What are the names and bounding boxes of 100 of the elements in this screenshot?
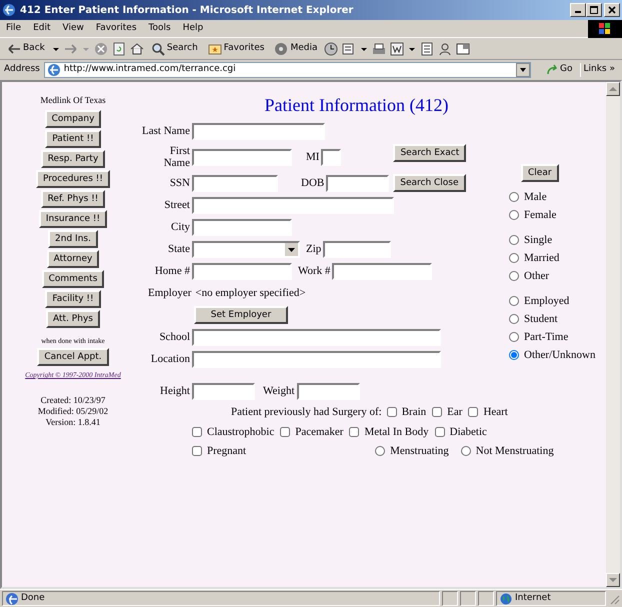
field-label: School	[158, 330, 191, 345]
nav-button[interactable]: Attorney	[46, 250, 100, 268]
radio-button[interactable]	[509, 210, 519, 220]
checkbox[interactable]	[349, 427, 360, 437]
zone-text: Internet	[515, 592, 551, 605]
search-close-button[interactable]: Search Close	[393, 174, 466, 192]
menu-item[interactable]: Tools	[142, 22, 177, 36]
radio-button[interactable]	[509, 235, 519, 245]
radio-button[interactable]	[509, 253, 519, 263]
checkbox[interactable]	[280, 427, 290, 437]
media-button[interactable]: Media	[271, 42, 320, 56]
back-button[interactable]: Back	[4, 42, 48, 56]
radio-button[interactable]	[509, 296, 519, 306]
edit-icon[interactable]	[390, 42, 404, 56]
checkbox[interactable]	[386, 407, 397, 417]
home-icon[interactable]	[130, 42, 144, 56]
text-field[interactable]	[192, 196, 394, 214]
radio-button[interactable]	[509, 332, 519, 342]
checkbox[interactable]	[468, 407, 478, 417]
field-label: Location	[150, 352, 191, 367]
option-label: Student	[524, 312, 558, 327]
option-label: Part-Time	[524, 330, 568, 345]
nav-button[interactable]: Comments	[42, 270, 104, 288]
radio-button[interactable]	[509, 314, 519, 324]
field-label: State	[167, 242, 191, 257]
checkbox[interactable]	[434, 427, 445, 437]
person-icon[interactable]	[438, 42, 452, 56]
search-exact-button[interactable]: Search Exact	[393, 144, 466, 162]
text-field[interactable]	[192, 122, 325, 140]
minimize-icon	[575, 11, 581, 13]
text-field[interactable]	[321, 148, 342, 166]
option-label: Ear	[447, 404, 462, 420]
text-field[interactable]	[192, 148, 292, 166]
menu-item[interactable]: Favorites	[90, 22, 143, 36]
globe-icon	[500, 592, 512, 604]
menu-item[interactable]: View	[56, 22, 90, 36]
close-icon	[607, 5, 617, 15]
maximize-button[interactable]	[586, 3, 602, 17]
menu-item[interactable]: File	[0, 22, 28, 36]
text-field[interactable]	[192, 382, 255, 400]
status-panel	[478, 591, 494, 606]
checkbox[interactable]	[192, 427, 202, 437]
favorites-button[interactable]: Favorites	[204, 42, 268, 56]
text-field[interactable]	[296, 382, 360, 400]
up-arrow-icon[interactable]	[609, 86, 617, 92]
option-label: Metal In Body	[364, 424, 429, 440]
field-label: First Name	[162, 145, 191, 169]
radio-button[interactable]	[375, 446, 386, 456]
menu-item[interactable]: Edit	[27, 22, 56, 36]
cancel-button[interactable]: Cancel Appt.	[37, 348, 109, 366]
browser-icon	[2, 3, 16, 17]
nav-button[interactable]: Procedures !!	[36, 170, 110, 188]
minimize-button[interactable]	[570, 3, 586, 17]
employer-value: <no employer specified>	[195, 286, 306, 301]
nav-button[interactable]: Resp. Party	[40, 150, 106, 168]
version-info: Modified: 05/29/02	[38, 406, 108, 416]
radio-button[interactable]	[509, 192, 519, 202]
clear-button[interactable]: Clear	[521, 164, 559, 182]
field-label: Street	[163, 198, 191, 213]
radio-button[interactable]	[509, 271, 519, 281]
scroll-bar[interactable]	[606, 82, 620, 587]
document-icon[interactable]	[420, 42, 434, 56]
stop-icon[interactable]	[94, 42, 108, 56]
set-employer-button[interactable]: Set Employer	[194, 306, 288, 324]
nav-button[interactable]: Facility !!	[45, 290, 101, 308]
text-field[interactable]	[326, 174, 390, 192]
links-button[interactable]: Links »	[580, 63, 618, 77]
checkbox[interactable]	[432, 407, 442, 417]
menu-item[interactable]: Help	[176, 22, 210, 36]
down-arrow-icon[interactable]	[609, 577, 617, 583]
state-dropdown[interactable]	[192, 240, 300, 258]
option-label: Male	[524, 190, 547, 205]
nav-button[interactable]: Att. Phys	[46, 310, 100, 328]
radio-button[interactable]	[509, 350, 519, 360]
text-field[interactable]	[192, 262, 292, 280]
nav-button[interactable]: 2nd Ins.	[48, 230, 98, 248]
status-panel	[460, 591, 476, 606]
org-name: Medlink Of Texas	[40, 94, 106, 107]
checkbox[interactable]	[192, 446, 202, 456]
text-field[interactable]	[332, 262, 432, 280]
option-label: Other	[524, 268, 550, 284]
go-button[interactable]: Go	[543, 63, 576, 77]
text-field[interactable]	[192, 174, 278, 192]
text-field[interactable]	[192, 218, 292, 236]
nav-button[interactable]: Ref. Phys !!	[40, 190, 106, 208]
nav-button[interactable]: Insurance !!	[38, 210, 108, 228]
text-field[interactable]	[192, 350, 441, 368]
address-field[interactable]: http://www.intramed.com/terrance.cgi	[44, 62, 532, 78]
print-icon[interactable]	[372, 42, 386, 56]
text-field[interactable]	[323, 240, 392, 258]
text-field[interactable]	[192, 328, 441, 346]
history-icon[interactable]	[324, 42, 338, 56]
window-icon[interactable]	[456, 42, 470, 56]
nav-button[interactable]: Company	[44, 110, 102, 128]
search-button[interactable]: Search	[148, 42, 201, 56]
option-label: Single	[524, 232, 552, 248]
close-button[interactable]	[604, 3, 620, 17]
refresh-icon[interactable]	[112, 42, 126, 56]
radio-button[interactable]	[460, 446, 471, 456]
nav-button[interactable]: Patient !!	[45, 130, 101, 148]
